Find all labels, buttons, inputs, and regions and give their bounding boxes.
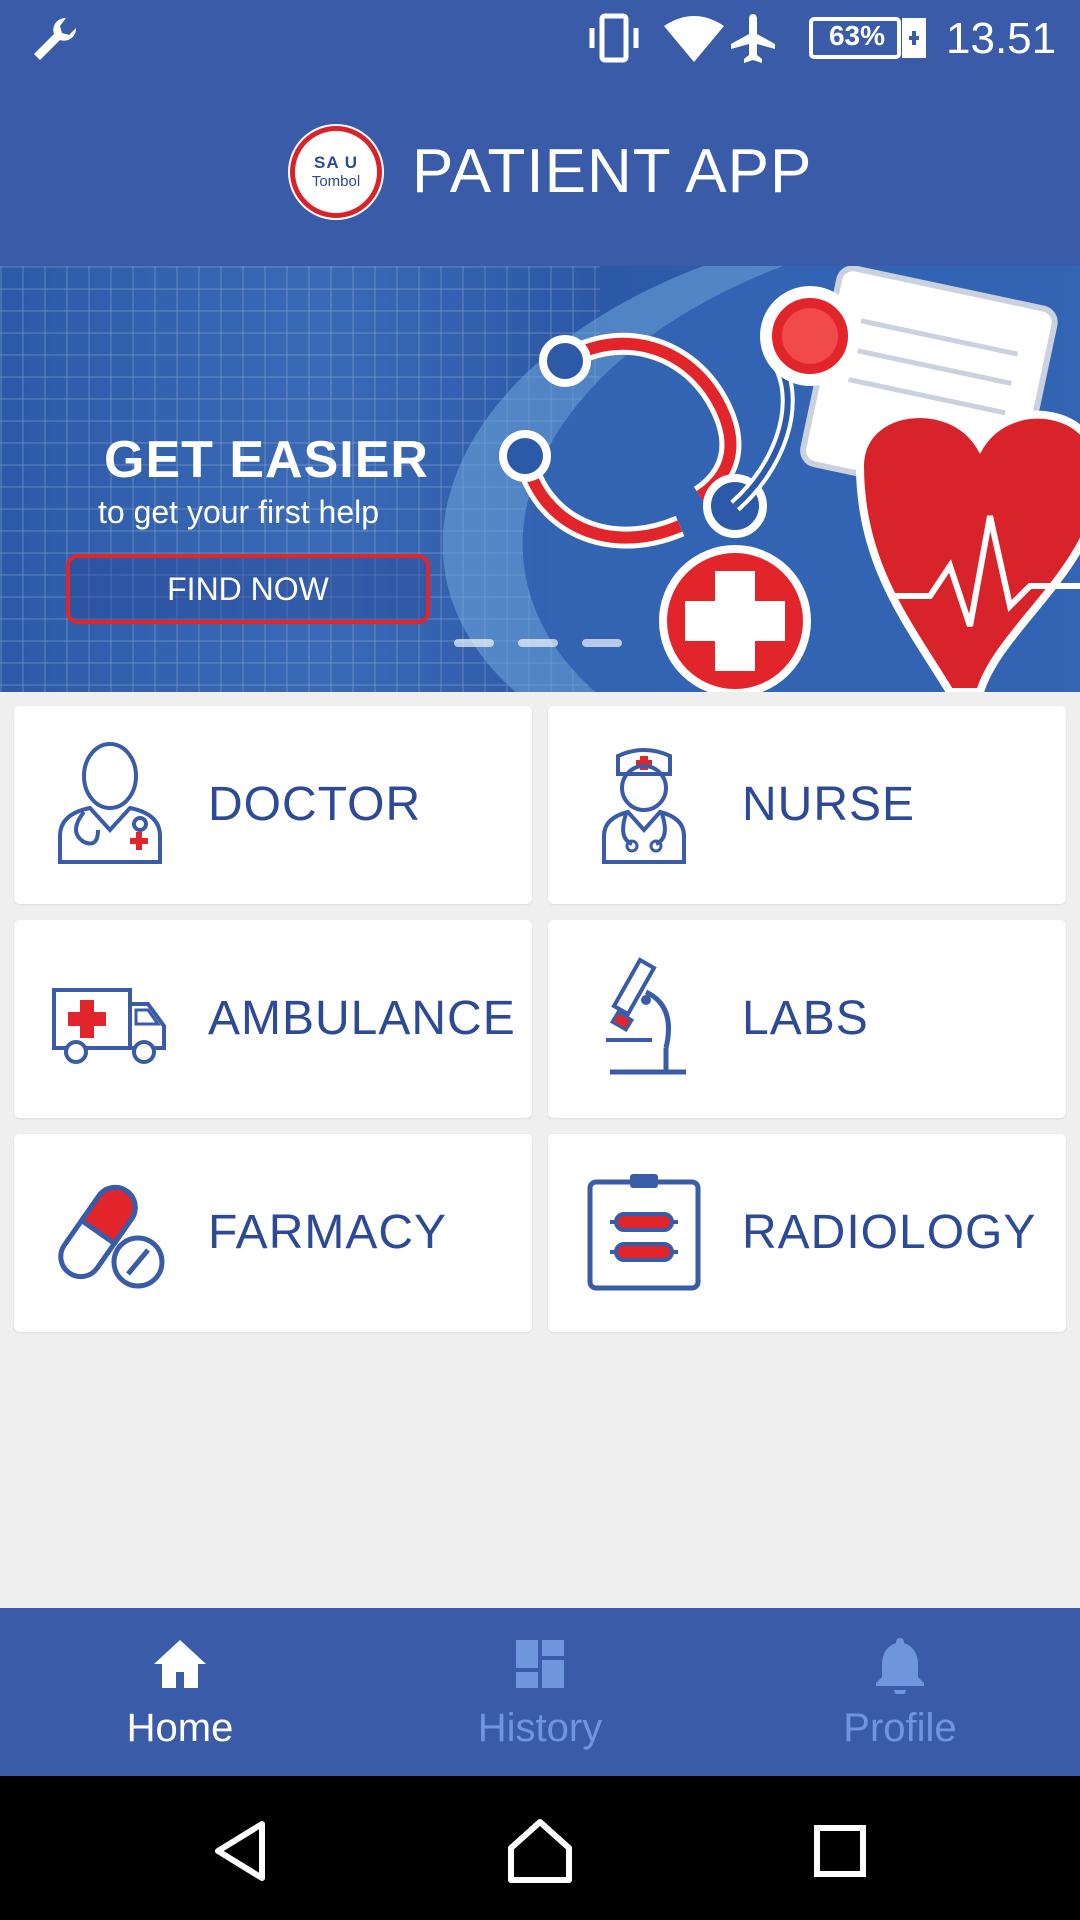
wrench-icon <box>34 17 77 60</box>
promo-banner[interactable]: GET EASIER to get your first help FIND N… <box>0 266 1080 692</box>
recents-icon[interactable] <box>805 1816 875 1886</box>
menu-card-label: AMBULANCE <box>208 992 516 1045</box>
carousel-dot[interactable] <box>454 639 494 647</box>
carousel-indicator[interactable] <box>454 634 646 652</box>
page-title: PATIENT APP <box>412 137 813 206</box>
clipboard-icon <box>587 1174 701 1291</box>
doctor-icon <box>58 742 162 864</box>
menu-card-label: DOCTOR <box>208 778 422 831</box>
wifi-icon <box>664 16 724 62</box>
bottom-navigation: Home History Profile <box>0 1608 1080 1776</box>
carousel-dot[interactable] <box>582 639 622 647</box>
menu-card-radiology[interactable]: RADIOLOGY <box>548 1134 1066 1332</box>
banner-headline: GET EASIER <box>104 431 429 489</box>
menu-card-doctor[interactable]: DOCTOR <box>14 706 532 904</box>
nav-label: Home <box>126 1706 234 1750</box>
banner-subline: to get your first help <box>98 494 380 530</box>
nurse-icon <box>602 748 686 864</box>
nav-label: Profile <box>843 1706 957 1750</box>
logo-top-text: SA U <box>314 153 358 172</box>
battery-percentage: 63% <box>828 20 886 51</box>
nav-profile[interactable]: Profile <box>720 1608 1080 1776</box>
airplane-icon <box>731 14 775 63</box>
menu-card-nurse[interactable]: NURSE <box>548 706 1066 904</box>
find-now-button[interactable]: FIND NOW <box>66 554 430 624</box>
dashboard-icon <box>516 1640 564 1688</box>
home-button-icon[interactable] <box>505 1816 575 1886</box>
status-clock: 13.51 <box>946 14 1057 63</box>
app-logo: SA U Tombol <box>290 126 382 218</box>
pill-icon <box>58 1184 165 1289</box>
microscope-icon <box>606 957 686 1075</box>
carousel-dot[interactable] <box>518 639 558 647</box>
menu-card-label: RADIOLOGY <box>742 1206 1037 1259</box>
menu-card-label: NURSE <box>742 778 916 831</box>
menu-card-label: LABS <box>742 992 869 1045</box>
nav-home[interactable]: Home <box>0 1608 360 1776</box>
system-navigation-bar <box>0 1776 1080 1920</box>
nav-label: History <box>477 1706 603 1750</box>
vibrate-icon <box>589 13 639 63</box>
menu-card-farmacy[interactable]: FARMACY <box>14 1134 532 1332</box>
menu-card-label: FARMACY <box>208 1206 448 1259</box>
menu-card-ambulance[interactable]: AMBULANCE <box>14 920 532 1118</box>
nav-history[interactable]: History <box>360 1608 720 1776</box>
status-bar: 63% 13.51 <box>0 0 1080 78</box>
ambulance-icon <box>52 988 166 1064</box>
menu-card-labs[interactable]: LABS <box>548 920 1066 1118</box>
home-icon <box>154 1640 206 1688</box>
logo-bottom-text: Tombol <box>311 173 361 190</box>
app-header: SA U Tombol PATIENT APP <box>0 78 1080 266</box>
bell-icon <box>876 1638 924 1694</box>
stethoscope-heart-illustration <box>499 266 1080 692</box>
back-icon[interactable] <box>206 1816 276 1886</box>
